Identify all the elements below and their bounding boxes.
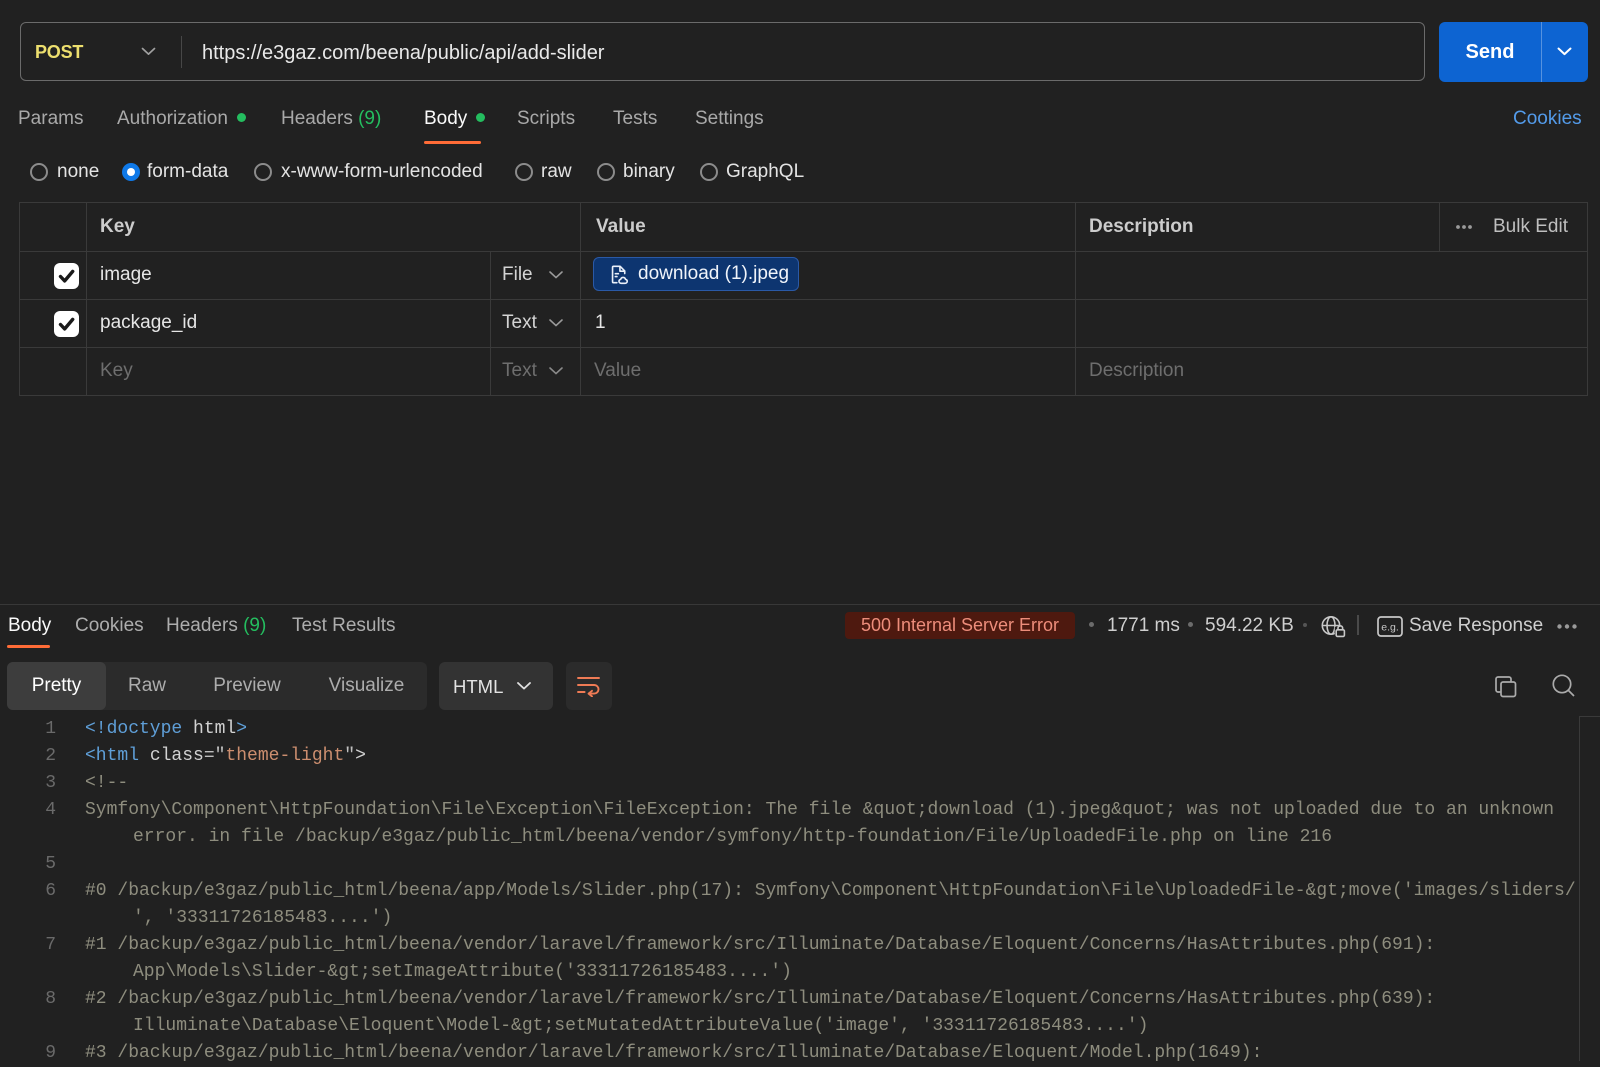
svg-text:e.g.: e.g. [1381,622,1399,634]
